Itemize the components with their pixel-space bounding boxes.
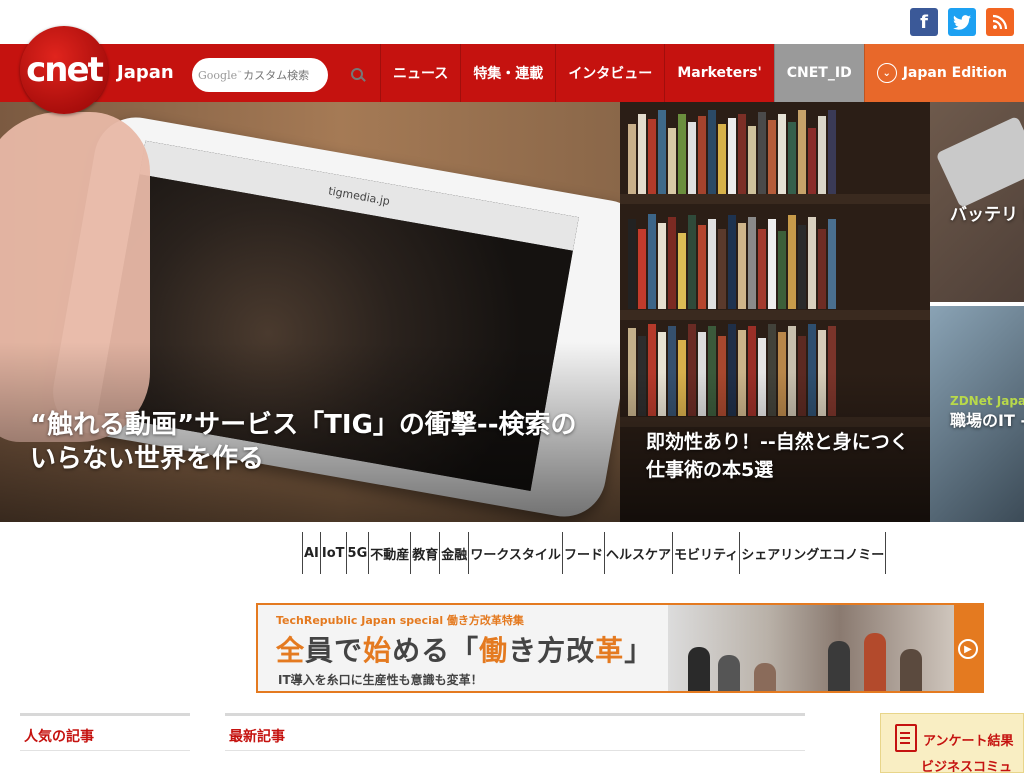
banner-arrow: ▶ [954, 605, 982, 691]
survey-line2: ビジネスコミュ [921, 760, 1013, 775]
rss-icon[interactable] [986, 8, 1014, 36]
tag-sharing-economy[interactable]: シェアリングエコノミー [739, 532, 887, 574]
twitter-icon[interactable] [948, 8, 976, 36]
popular-heading: 人気の記事 [24, 729, 94, 745]
search-input[interactable] [243, 68, 352, 82]
facebook-icon[interactable]: f [910, 8, 938, 36]
nav-marketers[interactable]: Marketers' [664, 44, 773, 102]
hero-battery-title: バッテリ PCはどれ 査 [950, 205, 1024, 225]
survey-line1: アンケート結果 [923, 734, 1014, 749]
nav-cnet-id[interactable]: CNET_ID [773, 44, 864, 102]
tag-iot[interactable]: IoT [319, 532, 346, 574]
search-box[interactable]: Google™ [192, 58, 364, 92]
tag-food[interactable]: フード [561, 532, 604, 574]
cnet-logo[interactable]: cnet [20, 26, 108, 114]
nav-interview[interactable]: インタビュー [555, 44, 664, 102]
hero-books-title: 即効性あり！--自然と身につく仕事術の本5選 [646, 431, 909, 481]
laptop-image [935, 115, 1024, 209]
banner-subtitle: TechRepublic Japan special 働き方改革特集 [276, 614, 524, 627]
banner-tagline: IT導入を糸口に生産性も意識も変革！ [278, 673, 483, 687]
latest-section: 最新記事 [225, 713, 805, 751]
tag-education[interactable]: 教育 [410, 532, 439, 574]
hero-workplace-title: 職場のIT -20代若 編) [950, 411, 1024, 430]
banner-headline: 全員で始める「働き方改革」 [276, 634, 654, 667]
tag-mobility[interactable]: モビリティ [671, 532, 739, 574]
hero-carousel: tigmedia.jp “触れる動画”サービス「TIG」の衝撃--検索のいらない… [0, 102, 1024, 522]
office-photo [668, 605, 954, 691]
nav-features[interactable]: 特集・連載 [460, 44, 555, 102]
nav-news[interactable]: ニュース [380, 44, 460, 102]
logo-japan-label: Japan [117, 62, 174, 83]
nav-japan-edition[interactable]: ⌄ Japan Edition [863, 44, 1024, 102]
topic-tags: AI IoT 5G 不動産 教育 金融 ワークスタイル フード ヘルスケア モビ… [302, 532, 887, 574]
hero-slide-main[interactable]: tigmedia.jp “触れる動画”サービス「TIG」の衝撃--検索のいらない… [0, 102, 620, 522]
latest-heading: 最新記事 [229, 729, 285, 745]
workstyle-banner[interactable]: TechRepublic Japan special 働き方改革特集 全員で始め… [256, 603, 984, 693]
clipboard-icon [895, 724, 917, 752]
hero-slide-books[interactable]: 即効性あり！--自然と身につく仕事術の本5選 [620, 102, 930, 522]
hero-slide-workplace[interactable]: ZDNet Japan 職場のIT -20代若 編) [930, 306, 1024, 522]
tag-healthcare[interactable]: ヘルスケア [603, 532, 672, 574]
tag-5g[interactable]: 5G [345, 532, 369, 574]
popular-section: 人気の記事 [20, 713, 190, 751]
zdnet-label: ZDNet Japan [950, 394, 1024, 408]
survey-widget[interactable]: アンケート結果 ビジネスコミュ [880, 713, 1024, 775]
tag-ai[interactable]: AI [302, 532, 320, 574]
social-links: f [910, 8, 1014, 36]
tag-workstyle[interactable]: ワークスタイル [468, 532, 562, 574]
hero-slide-battery[interactable]: バッテリ PCはどれ 査 [930, 102, 1024, 302]
chevron-down-icon: ⌄ [876, 63, 897, 83]
japan-edition-label: Japan Edition [902, 65, 1008, 81]
tag-real-estate[interactable]: 不動産 [368, 532, 410, 574]
hero-side-slides: バッテリ PCはどれ 査 ZDNet Japan 職場のIT -20代若 編) [930, 102, 1024, 522]
hero-main-title: “触れる動画”サービス「TIG」の衝撃--検索のいらない世界を作る [30, 410, 577, 474]
main-nav: ニュース 特集・連載 インタビュー Marketers' CNET_ID ⌄ J… [380, 44, 1024, 102]
tag-finance[interactable]: 金融 [439, 532, 468, 574]
arrow-right-icon: ▶ [958, 639, 978, 659]
google-logo: Google™ [198, 68, 243, 82]
